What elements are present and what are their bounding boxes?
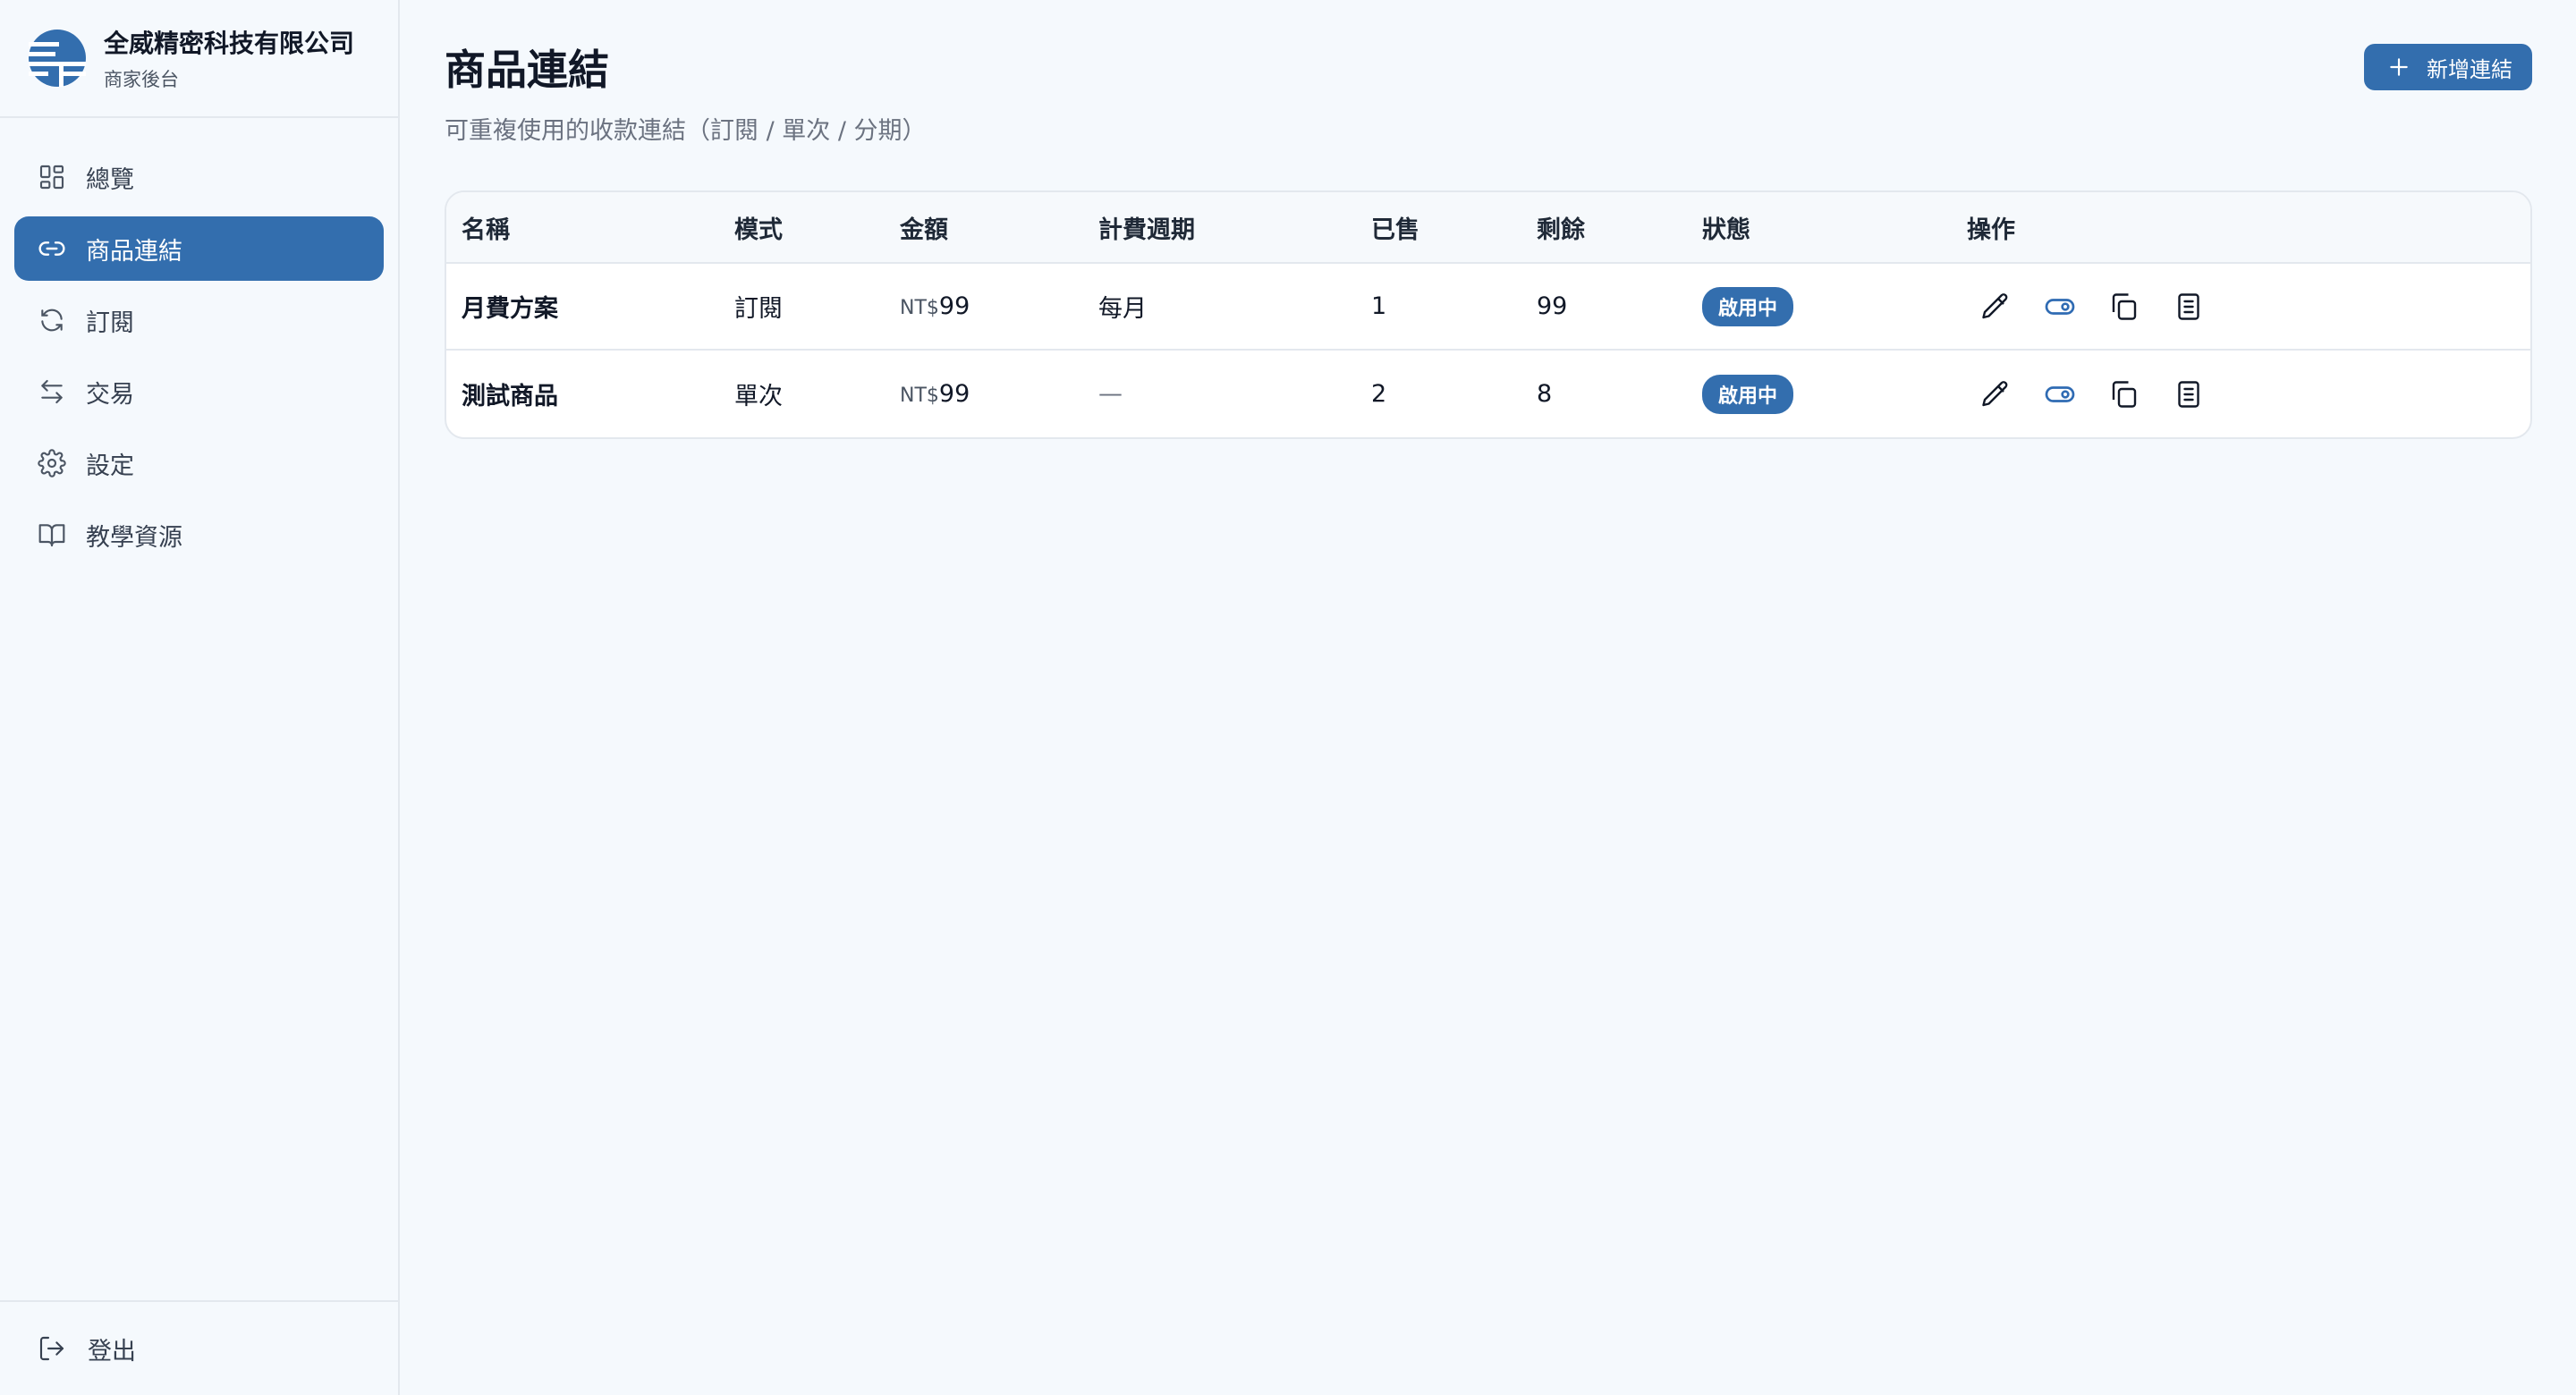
page-subtitle: 可重複使用的收款連結（訂閱 / 單次 / 分期） — [445, 117, 927, 145]
column-header: 已售 — [1371, 216, 1419, 244]
column-header: 狀態 — [1702, 216, 1750, 244]
column-header: 剩餘 — [1537, 216, 1585, 244]
cell-actions — [1967, 378, 2530, 410]
cell-amount: NT$99 — [900, 292, 1098, 320]
sidebar-footer: 登出 — [0, 1300, 398, 1395]
sidebar: 全威精密科技有限公司 商家後台 總覽 商品連結 訂閱 交易 設定 教學資源 登出 — [0, 0, 400, 1395]
cell-sold: 1 — [1371, 292, 1387, 320]
table-row: 測試商品 單次 NT$99 — 2 8 啟用中 — [446, 351, 2530, 437]
cell-actions — [1967, 291, 2530, 323]
company-logo-icon — [29, 30, 86, 87]
cell-cycle: 每月 — [1098, 295, 1147, 323]
toggle-icon[interactable] — [2044, 291, 2076, 323]
refresh-icon — [41, 309, 63, 332]
sidebar-item-label: 商品連結 — [86, 237, 182, 266]
gear-icon — [38, 449, 66, 478]
column-header: 名稱 — [462, 216, 510, 244]
brand: 全威精密科技有限公司 商家後台 — [0, 0, 398, 118]
table-header: 名稱 模式 金額 計費週期 已售 剩餘 狀態 操作 — [446, 192, 2530, 264]
sidebar-item-product-links[interactable]: 商品連結 — [14, 216, 384, 281]
cell-sold: 2 — [1371, 380, 1387, 408]
cell-name: 測試商品 — [462, 383, 558, 410]
cell-mode: 訂閱 — [734, 295, 783, 323]
cell-status: 啟用中 — [1702, 286, 1967, 326]
sidebar-item-label: 教學資源 — [86, 523, 182, 552]
sidebar-item-overview[interactable]: 總覽 — [14, 145, 384, 209]
cell-name: 月費方案 — [462, 295, 558, 323]
sidebar-item-transactions[interactable]: 交易 — [14, 359, 384, 424]
main-content: 商品連結 可重複使用的收款連結（訂閱 / 單次 / 分期） 新增連結 名稱 模式… — [400, 0, 2576, 1395]
swap-icon — [41, 379, 63, 404]
edit-icon[interactable] — [1979, 378, 2012, 410]
logout-button[interactable]: 登出 — [38, 1332, 136, 1366]
document-icon[interactable] — [2173, 378, 2205, 410]
cell-remaining: 99 — [1537, 292, 1568, 320]
add-link-label: 新增連結 — [2427, 56, 2512, 82]
column-header: 操作 — [1967, 216, 2015, 244]
sidebar-item-label: 總覽 — [86, 165, 134, 194]
grid-icon — [39, 165, 64, 190]
status-badge: 啟用中 — [1702, 374, 1794, 414]
page-title: 商品連結 — [445, 46, 609, 94]
currency: NT$ — [900, 297, 939, 319]
sidebar-item-label: 交易 — [86, 380, 134, 409]
plus-icon — [2390, 58, 2408, 76]
sidebar-nav: 總覽 商品連結 訂閱 交易 設定 教學資源 — [0, 118, 398, 1300]
sidebar-item-tutorials[interactable]: 教學資源 — [14, 503, 384, 567]
sidebar-item-settings[interactable]: 設定 — [14, 431, 384, 495]
status-badge: 啟用中 — [1702, 286, 1794, 326]
sidebar-item-label: 設定 — [86, 452, 134, 480]
currency: NT$ — [900, 385, 939, 407]
amount-value: 99 — [938, 292, 970, 320]
column-header: 金額 — [900, 216, 948, 244]
table-row: 月費方案 訂閱 NT$99 每月 1 99 啟用中 — [446, 264, 2530, 351]
book-icon — [38, 524, 65, 547]
document-icon[interactable] — [2173, 291, 2205, 323]
cell-remaining: 8 — [1537, 380, 1553, 408]
logout-label: 登出 — [88, 1337, 136, 1365]
column-header: 模式 — [734, 216, 783, 244]
link-icon — [38, 241, 65, 256]
cell-amount: NT$99 — [900, 380, 1098, 408]
edit-icon[interactable] — [1979, 291, 2012, 323]
company-name: 全威精密科技有限公司 — [104, 29, 355, 58]
amount-value: 99 — [938, 380, 970, 408]
page-header: 商品連結 可重複使用的收款連結（訂閱 / 單次 / 分期） 新增連結 — [445, 0, 2532, 146]
cell-cycle: — — [1098, 380, 1123, 408]
sidebar-item-label: 訂閱 — [86, 309, 134, 337]
copy-icon[interactable] — [2108, 378, 2140, 410]
cell-mode: 單次 — [734, 383, 783, 410]
column-header: 計費週期 — [1098, 216, 1195, 244]
toggle-icon[interactable] — [2044, 378, 2076, 410]
company-subtitle: 商家後台 — [104, 69, 179, 90]
copy-icon[interactable] — [2108, 291, 2140, 323]
logout-icon — [39, 1336, 64, 1361]
sidebar-item-subscriptions[interactable]: 訂閱 — [14, 288, 384, 352]
cell-status: 啟用中 — [1702, 374, 1967, 414]
add-link-button[interactable]: 新增連結 — [2364, 44, 2532, 90]
product-links-table: 名稱 模式 金額 計費週期 已售 剩餘 狀態 操作 月費方案 訂閱 NT$99 … — [445, 190, 2532, 439]
